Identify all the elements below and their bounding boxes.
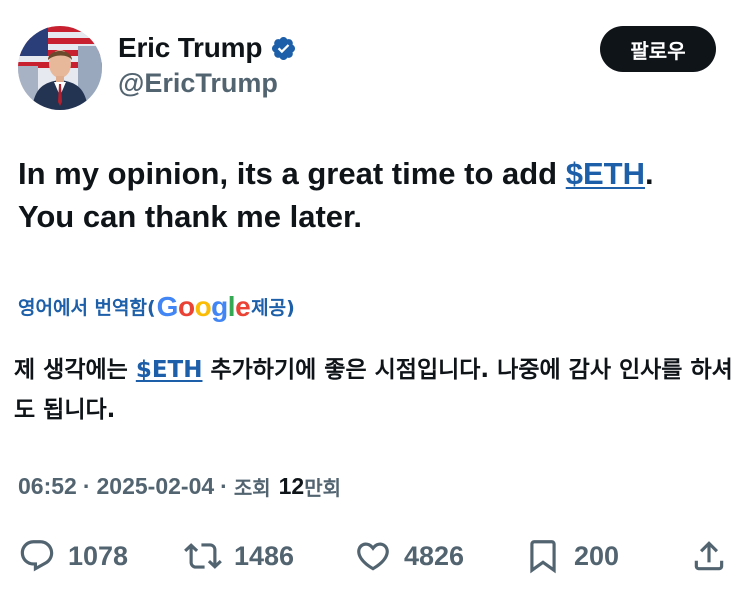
tweet-meta: 06:52 · 2025-02-04 · 조회 12 만회 [18,472,341,501]
share-icon [694,541,724,571]
share-button[interactable] [690,532,728,580]
bookmark-button[interactable]: 200 [524,532,619,580]
reply-icon [20,540,54,572]
reply-button[interactable]: 1078 [18,532,128,580]
handle[interactable]: @EricTrump [118,68,297,99]
display-name-row: Eric Trump [118,30,297,66]
meta-separator: · [220,473,228,499]
translated-text-part: 제 생각에는 [14,357,136,383]
cashtag-link[interactable]: $ETH [566,156,645,191]
retweet-button[interactable]: 1486 [184,532,294,580]
heart-icon [357,542,389,571]
tweet-actions: 1078 1486 4826 200 [18,532,730,580]
author-info: Eric Trump @EricTrump [118,30,297,99]
translated-cashtag-link[interactable]: $ETH [136,357,203,383]
translated-text: 제 생각에는 $ETH 추가하기에 좋은 시점입니다. 나중에 감사 인사를 하… [14,350,734,430]
tweet-text: In my opinion, its a great time to add $… [18,152,730,238]
views-label: 조회 [233,476,271,500]
translation-prefix: 영어에서 번역함( [18,296,156,319]
display-name[interactable]: Eric Trump [118,32,262,64]
like-count: 4826 [404,540,465,571]
tweet-text-part: . [644,156,654,191]
meta-separator: · [82,473,91,499]
verified-badge-icon [272,36,296,60]
translation-suffix: 제공) [251,296,295,319]
avatar[interactable] [18,26,102,110]
google-logo: Google [156,291,251,322]
tweet-header: Eric Trump @EricTrump 팔로우 [18,22,728,112]
reply-count: 1078 [68,540,129,571]
bookmark-count: 200 [574,540,620,571]
translation-attribution[interactable]: 영어에서 번역함( Google 제공) [18,288,295,324]
tweet-text-part: In my opinion, its a great time to add [18,156,566,191]
like-button[interactable]: 4826 [354,532,464,580]
tweet-time[interactable]: 06:52 [18,473,77,500]
bookmark-icon [530,540,556,574]
tweet-text-line2: You can thank me later. [18,199,362,234]
views-unit: 만회 [304,476,342,500]
follow-button[interactable]: 팔로우 [600,26,716,72]
views-count: 12 [278,473,305,499]
retweet-icon [184,543,222,569]
tweet-date[interactable]: 2025-02-04 [97,473,215,500]
retweet-count: 1486 [234,540,295,571]
